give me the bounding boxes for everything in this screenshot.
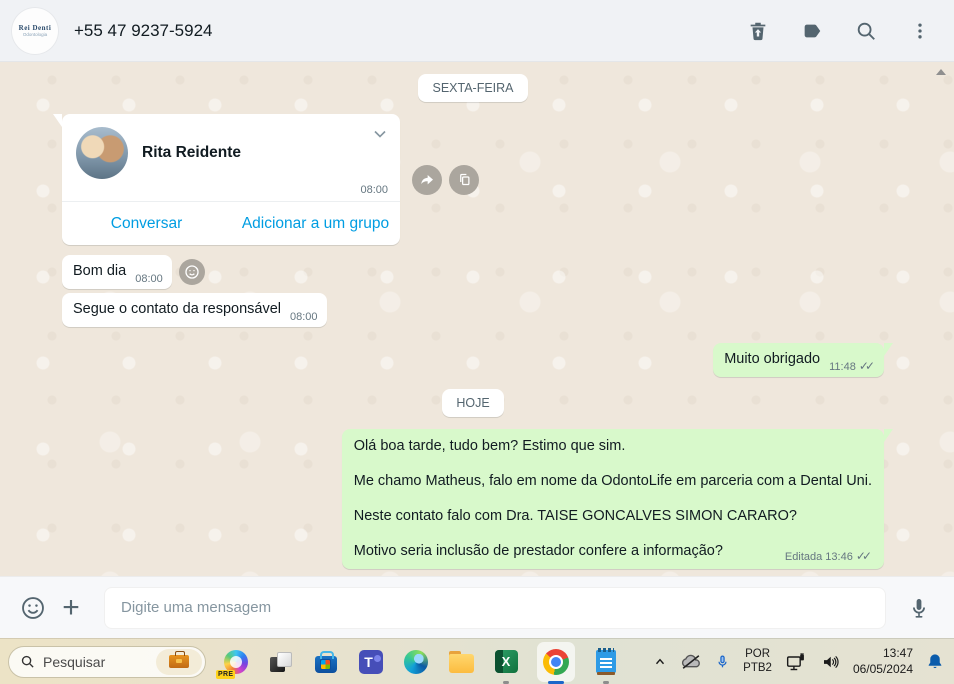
label-icon[interactable] <box>800 19 824 43</box>
message-text-line: Neste contato falo com Dra. TAISE GONCAL… <box>353 508 797 524</box>
sent-message-bubble[interactable]: Olá boa tarde, tudo bem? Estimo que sim.… <box>341 429 893 569</box>
onedrive-paused-icon[interactable] <box>680 653 702 671</box>
bubble-tail <box>53 114 62 127</box>
notepad-icon <box>596 648 616 675</box>
message-timestamp: 08:00 <box>360 184 388 196</box>
taskbar-file-explorer-icon[interactable] <box>447 648 475 676</box>
message-timestamp: 11:48 <box>829 361 856 373</box>
contact-header-avatar[interactable]: Rei Denti Odontologia <box>12 7 58 54</box>
excel-icon: X <box>494 650 518 673</box>
copy-icon[interactable] <box>449 164 479 195</box>
contact-phone-number[interactable]: +55 47 9237-5924 <box>74 21 213 41</box>
clock-date: 06/05/2024 <box>852 661 913 676</box>
taskbar-edge-icon[interactable] <box>402 648 430 676</box>
bubble-tail <box>884 429 893 442</box>
message-row: Bom dia 08:00 <box>62 255 884 289</box>
delivered-checks-icon: ✓✓ <box>858 359 875 373</box>
sent-message-bubble[interactable]: Muito obrigado 11:48 ✓✓ <box>713 343 893 377</box>
taskbar-copilot-icon[interactable]: PRE <box>216 648 250 679</box>
message-text-line: Olá boa tarde, tudo bem? Estimo que sim. <box>353 438 626 454</box>
delivered-checks-icon: ✓✓ <box>855 549 872 563</box>
search-icon <box>21 655 34 668</box>
message-input[interactable] <box>104 586 886 629</box>
task-view-icon <box>269 650 293 674</box>
react-emoji-icon[interactable] <box>178 259 205 285</box>
forward-message-icon[interactable] <box>412 164 442 195</box>
message-text-line: Motivo seria inclusão de prestador confe… <box>353 543 723 559</box>
taskbar-notepad-icon[interactable] <box>592 648 620 676</box>
tray-language-indicator[interactable]: POR PTB2 <box>743 648 772 676</box>
message-meta: 11:48 ✓✓ <box>829 359 875 373</box>
message-row: Olá boa tarde, tudo bem? Estimo que sim.… <box>62 429 893 569</box>
microphone-icon[interactable] <box>904 593 934 623</box>
teams-icon: T <box>359 649 383 674</box>
tray-network-icon[interactable] <box>785 652 807 672</box>
scrollbar-up-arrow[interactable] <box>936 69 946 75</box>
taskbar-excel-icon[interactable]: X <box>492 648 520 676</box>
tray-chevron-up-icon[interactable] <box>653 655 667 669</box>
message-row: Segue o contato da responsável 08:00 <box>62 293 884 327</box>
taskbar-task-view-icon[interactable] <box>267 648 295 676</box>
message-list: SEXTA-FEIRA Rita Reidente 08:00 Conversa… <box>0 62 954 576</box>
tray-volume-icon[interactable] <box>820 653 840 671</box>
menu-dots-icon[interactable] <box>908 19 932 43</box>
message-text: Muito obrigado <box>724 351 821 367</box>
message-timestamp: 13:46 <box>825 551 853 563</box>
tray-microphone-icon[interactable] <box>715 653 730 671</box>
clock-time: 13:47 <box>882 645 913 660</box>
message-composer: + <box>0 576 954 638</box>
taskbar-search-input[interactable] <box>43 653 143 670</box>
search-highlight-badge[interactable] <box>156 648 202 675</box>
emoji-picker-icon[interactable] <box>18 593 48 623</box>
contact-card-add-to-group-button[interactable]: Adicionar a um grupo <box>231 202 400 245</box>
windows-taskbar: PRE T X <box>0 638 954 684</box>
tray-clock[interactable]: 13:47 06/05/2024 <box>853 646 913 677</box>
received-message-bubble[interactable]: Segue o contato da responsável 08:00 <box>62 293 327 327</box>
delete-chat-icon[interactable] <box>746 19 770 43</box>
search-icon[interactable] <box>854 19 878 43</box>
contact-card-name: Rita Reidente <box>142 144 242 161</box>
attach-plus-icon[interactable]: + <box>56 592 86 623</box>
chevron-down-icon[interactable] <box>370 124 390 149</box>
contact-card-message[interactable]: Rita Reidente 08:00 Conversar Adicionar … <box>53 114 400 245</box>
taskbar-store-icon[interactable] <box>312 648 340 676</box>
contact-card-row: Rita Reidente 08:00 Conversar Adicionar … <box>53 114 884 245</box>
briefcase-icon <box>169 651 189 668</box>
taskbar-chrome-icon-active[interactable] <box>537 641 575 682</box>
file-explorer-icon <box>448 651 474 673</box>
edge-icon <box>404 649 428 674</box>
copilot-preview-badge: PRE <box>216 669 236 679</box>
taskbar-search-box[interactable] <box>8 645 206 678</box>
date-divider-today: HOJE <box>442 389 504 417</box>
bubble-tail <box>884 343 893 356</box>
chat-header: Rei Denti Odontologia +55 47 9237-5924 <box>0 0 954 62</box>
contact-card-avatar <box>76 127 128 179</box>
message-text: Segue o contato da responsável <box>73 301 281 317</box>
message-text-line: Me chamo Matheus, falo em nome da Odonto… <box>353 473 872 489</box>
contact-card-chat-button[interactable]: Conversar <box>62 202 231 245</box>
message-timestamp: 08:00 <box>289 311 318 323</box>
avatar-logo-text: Rei Denti <box>18 24 52 32</box>
message-row: Muito obrigado 11:48 ✓✓ <box>62 343 893 377</box>
message-timestamp: 08:00 <box>135 273 163 285</box>
received-message-bubble[interactable]: Bom dia 08:00 <box>62 255 172 289</box>
microsoft-store-icon <box>315 650 337 673</box>
avatar-logo-subtext: Odontologia <box>22 32 48 37</box>
whatsapp-window: Rei Denti Odontologia +55 47 9237-5924 S… <box>0 0 954 684</box>
chrome-icon <box>543 648 569 675</box>
date-divider-friday: SEXTA-FEIRA <box>418 74 528 102</box>
taskbar-teams-icon[interactable]: T <box>357 648 385 676</box>
edited-label: Editada <box>784 551 823 563</box>
message-text: Bom dia <box>73 263 127 279</box>
message-meta: Editada 13:46 ✓✓ <box>785 549 872 563</box>
notification-bell-icon[interactable] <box>926 652 944 671</box>
